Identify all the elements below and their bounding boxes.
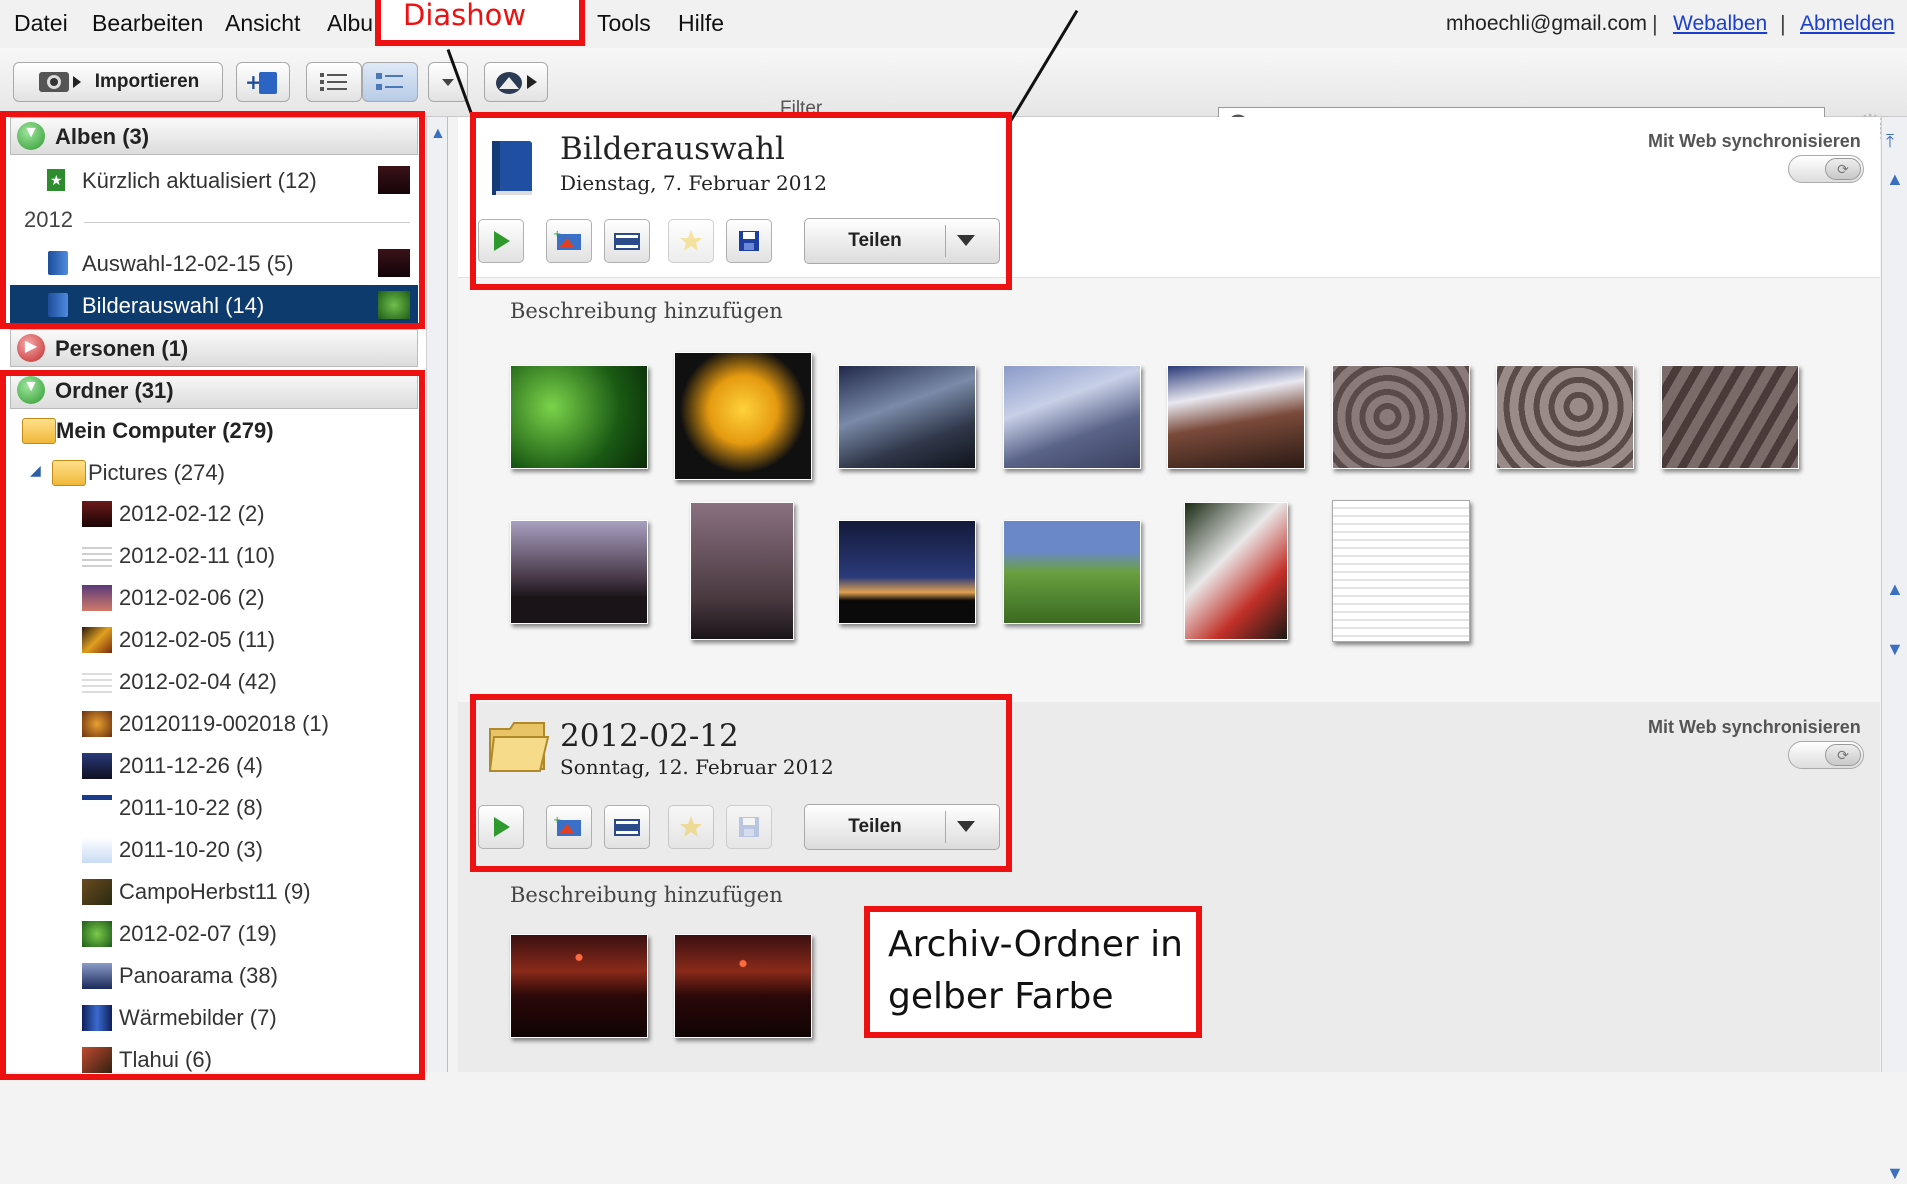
people-header-label: Personen (1)	[55, 336, 189, 361]
collapse-icon[interactable]: ▶	[17, 334, 45, 362]
add-album-icon: +	[245, 70, 277, 94]
photo-thumbnail[interactable]	[674, 352, 812, 480]
scroll-top-icon[interactable]: ⤒	[1886, 131, 1894, 152]
detail-list-icon	[376, 73, 403, 90]
photo-thumbnail[interactable]	[1332, 365, 1470, 469]
photo-thumbnail[interactable]	[838, 520, 976, 624]
menu-hilfe[interactable]: Hilfe	[678, 10, 724, 37]
import-label: Importieren	[94, 71, 200, 92]
list-icon	[320, 73, 347, 91]
menu-album[interactable]: Albu	[327, 10, 373, 37]
menu-tools[interactable]: Tools	[597, 10, 651, 37]
add-description-link[interactable]: Beschreibung hinzufügen	[510, 299, 783, 323]
menu-bar: Datei Bearbeiten Ansicht Albu Tools Hilf…	[0, 0, 1907, 49]
account-email: mhoechli@gmail.com	[1446, 12, 1648, 35]
list-view-button[interactable]	[306, 62, 362, 102]
archive-callout-line2: gelber Farbe	[888, 976, 1114, 1017]
sync-label: Mit Web synchronisieren	[1648, 717, 1861, 737]
scroll-up-icon[interactable]: ▲	[1886, 579, 1904, 600]
photo-thumbnail[interactable]	[510, 934, 648, 1038]
folders-highlight-box	[0, 370, 425, 1080]
slideshow-button[interactable]	[484, 62, 548, 102]
camera-icon	[38, 72, 81, 92]
people-section-header[interactable]: ▶ Personen (1)	[10, 329, 418, 367]
archive-folder-callout: Archiv-Ordner in gelber Farbe	[864, 906, 1202, 1038]
add-to-album-button[interactable]: +	[236, 62, 290, 102]
chevron-down-icon	[442, 79, 454, 86]
sync-toggle[interactable]: ⟳	[1788, 741, 1864, 769]
diashow-callout: Diashow	[375, 0, 585, 46]
photo-thumbnail[interactable]	[510, 520, 648, 624]
sync-toggle[interactable]: ⟳	[1788, 155, 1864, 183]
abmelden-link[interactable]: Abmelden	[1800, 12, 1895, 36]
sidebar-scrollbar[interactable]: ▲	[426, 117, 447, 1072]
detail-view-button[interactable]	[362, 62, 418, 102]
photo-thumbnail[interactable]	[690, 502, 794, 640]
albums-highlight-box	[0, 111, 425, 329]
menu-bearbeiten[interactable]: Bearbeiten	[92, 10, 203, 37]
folder-toolbar-highlight-box	[470, 694, 1012, 872]
menu-separator: |	[1652, 11, 1658, 36]
photo-thumbnail[interactable]	[1003, 520, 1141, 624]
photo-thumbnail[interactable]	[1661, 365, 1799, 469]
add-description-link[interactable]: Beschreibung hinzufügen	[510, 883, 783, 907]
photo-thumbnail[interactable]	[1184, 502, 1288, 640]
photo-thumbnail[interactable]	[510, 365, 648, 469]
scroll-down-icon[interactable]: ▼	[1886, 1163, 1904, 1184]
photo-thumbnail[interactable]	[674, 934, 812, 1038]
slideshow-icon	[496, 72, 537, 94]
photo-thumbnail[interactable]	[1496, 365, 1634, 469]
webalben-link[interactable]: Webalben	[1673, 12, 1767, 36]
album-toolbar-highlight-box	[470, 112, 1012, 290]
diashow-callout-text: Diashow	[403, 0, 527, 32]
sync-icon: ⟳	[1825, 158, 1861, 180]
menu-separator: |	[1780, 11, 1786, 36]
sync-icon: ⟳	[1825, 744, 1861, 766]
view-options-dropdown[interactable]	[428, 62, 468, 102]
archive-callout-line1: Archiv-Ordner in	[888, 924, 1183, 965]
sync-label: Mit Web synchronisieren	[1648, 131, 1861, 151]
scroll-up-icon[interactable]: ▲	[1886, 169, 1904, 190]
main-scrollbar[interactable]: ⤒ ▲ ▲ ▼ ▼	[1881, 117, 1907, 1183]
menu-ansicht[interactable]: Ansicht	[225, 10, 300, 37]
screenshot-thumbnail[interactable]	[1332, 500, 1470, 642]
import-button[interactable]: Importieren	[13, 62, 223, 102]
scroll-down-icon[interactable]: ▼	[1886, 639, 1904, 660]
photo-thumbnail[interactable]	[838, 365, 976, 469]
scroll-up-icon[interactable]: ▲	[430, 125, 446, 143]
photo-thumbnail[interactable]	[1167, 365, 1305, 469]
photo-thumbnail[interactable]	[1003, 365, 1141, 469]
toolbar: Importieren + Filter ★ ⬆ ● ▦	[0, 48, 1907, 154]
menu-datei[interactable]: Datei	[14, 10, 68, 37]
